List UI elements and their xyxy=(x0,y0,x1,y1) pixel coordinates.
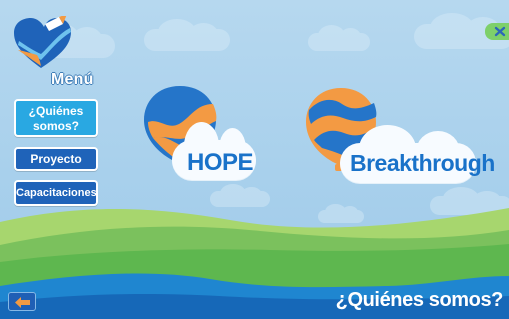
close-button[interactable] xyxy=(485,23,509,40)
menu-item-label: somos? xyxy=(32,119,79,133)
app-screen: Menú ¿Quiénes somos? Proyecto Capacitaci… xyxy=(0,0,509,319)
menu-item-label: Capacitaciones xyxy=(16,187,97,199)
menu-item-proyecto[interactable]: Proyecto xyxy=(14,147,98,171)
menu-item-quienes-somos[interactable]: ¿Quiénes somos? xyxy=(14,99,98,137)
back-button[interactable] xyxy=(8,292,36,311)
balloon-label-hope: HOPE xyxy=(187,149,254,176)
heart-pen-logo xyxy=(14,16,71,68)
balloon-hope-card[interactable]: HOPE xyxy=(140,80,266,190)
arrow-left-icon xyxy=(15,297,30,308)
page-title: ¿Quiénes somos? xyxy=(335,289,504,311)
menu-item-label: Proyecto xyxy=(30,152,82,166)
balloon-label-breakthrough: Breakthrough xyxy=(350,150,495,176)
menu-item-label: ¿Quiénes xyxy=(28,104,84,118)
close-icon xyxy=(494,26,506,37)
balloon-breakthrough-card[interactable]: Breakthrough xyxy=(302,82,495,192)
menu-item-capacitaciones[interactable]: Capacitaciones xyxy=(14,180,98,206)
menu-title: Menú xyxy=(51,71,94,88)
